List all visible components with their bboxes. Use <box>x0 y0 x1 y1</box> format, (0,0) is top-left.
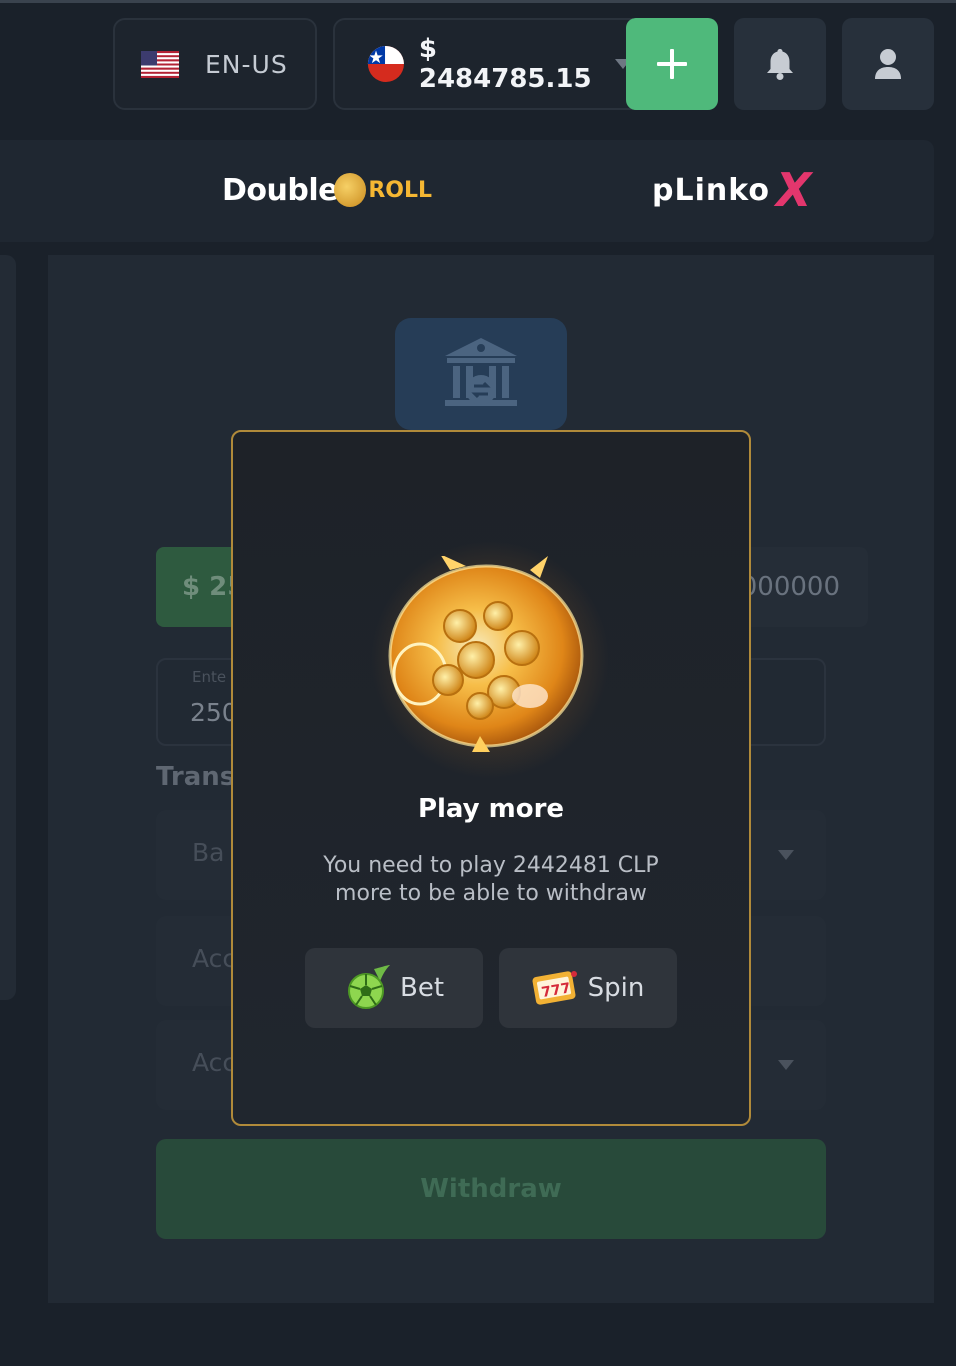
amount-input-label: Ente <box>192 668 227 686</box>
chevron-down-icon <box>778 850 794 860</box>
modal-message-line-2: more to be able to withdraw <box>335 881 647 906</box>
account-type-placeholder: Acc <box>192 944 237 973</box>
slot-machine-777-icon: 777 <box>532 971 577 1005</box>
chevron-down-icon <box>778 1060 794 1070</box>
language-selector[interactable]: EN-US <box>113 18 317 110</box>
bank-select-placeholder: Ba <box>192 838 225 867</box>
doubleroll-logo-text: Double <box>222 172 338 208</box>
language-label: EN-US <box>205 49 288 79</box>
bank-icon <box>445 338 517 406</box>
user-icon <box>875 49 901 79</box>
bet-button[interactable]: Bet <box>305 948 483 1028</box>
plus-icon <box>657 49 687 79</box>
deposit-button[interactable] <box>626 18 718 110</box>
chile-flag-icon <box>367 45 404 83</box>
withdraw-button-label: Withdraw <box>420 1174 562 1204</box>
top-edge-line <box>0 0 956 3</box>
plinko-logo-x: X <box>776 163 812 217</box>
soccer-ball-icon <box>347 965 390 1009</box>
modal-message: You need to play 2442481 CLP more to be … <box>300 852 682 908</box>
modal-title: Play more <box>417 794 565 824</box>
modal-message-line-1: You need to play 2442481 CLP <box>323 853 659 878</box>
plinko-game-link[interactable]: pLinko X <box>652 162 822 218</box>
doubleroll-game-link[interactable]: Double ROLL <box>222 160 432 220</box>
spin-button-label: Spin <box>587 973 645 1003</box>
doubleroll-logo-text-roll: ROLL <box>368 177 432 203</box>
profile-button[interactable] <box>842 18 934 110</box>
spin-button[interactable]: 777 Spin <box>499 948 677 1028</box>
withdraw-button[interactable]: Withdraw <box>156 1139 826 1239</box>
bet-button-label: Bet <box>399 973 445 1003</box>
notifications-button[interactable] <box>734 18 826 110</box>
bell-icon <box>767 49 793 80</box>
bank-transfer-tile[interactable] <box>395 318 567 430</box>
account-number-placeholder: Acc <box>192 1048 237 1077</box>
plinko-logo-text: pLinko <box>652 172 770 208</box>
us-flag-icon <box>141 50 179 78</box>
balance-selector[interactable]: $ 2484785.15 <box>333 18 633 110</box>
balance-amount: $ 2484785.15 <box>418 34 592 94</box>
golden-piggy-bank-icon <box>388 556 584 752</box>
max-amount-label: 000000 <box>740 572 840 602</box>
doubleroll-coin-icon <box>333 173 367 207</box>
side-panel <box>0 255 16 1000</box>
